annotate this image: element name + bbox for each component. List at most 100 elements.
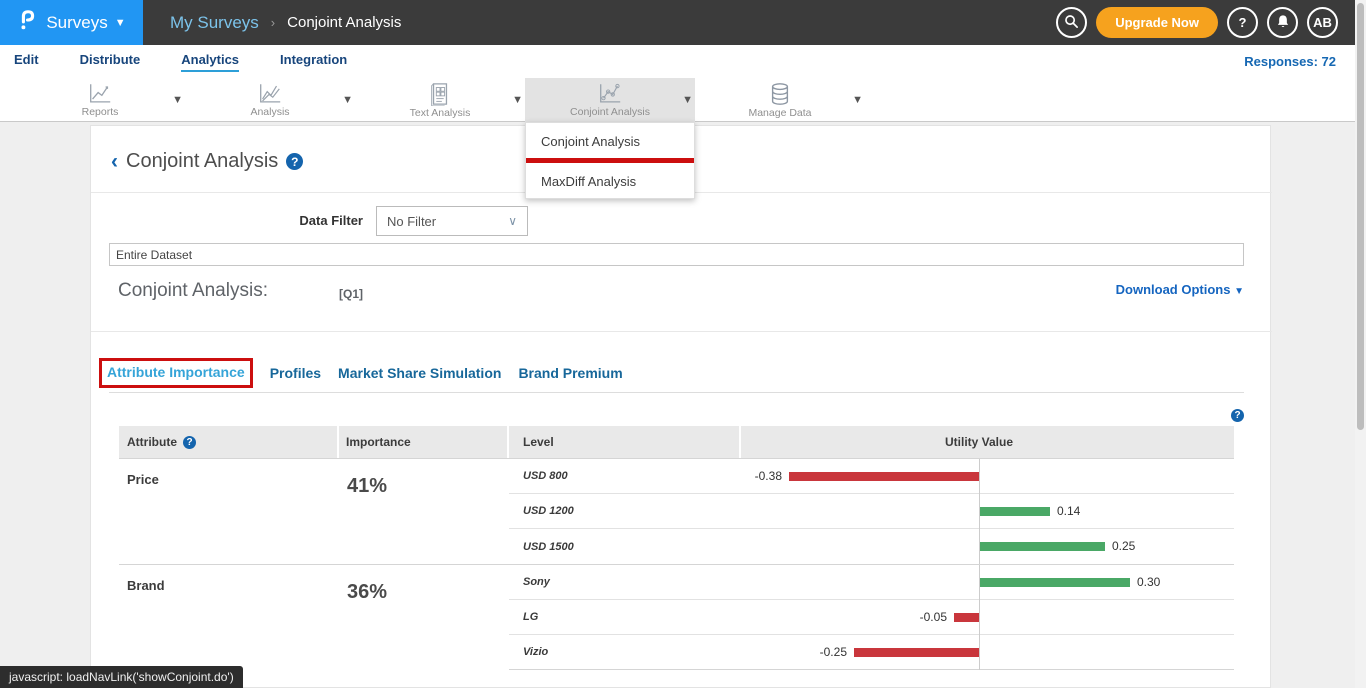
attribute-name: Price xyxy=(119,459,339,564)
line-chart-icon xyxy=(87,82,113,105)
top-header: Surveys ▼ My Surveys › Conjoint Analysis… xyxy=(0,0,1366,45)
column-header-importance: Importance xyxy=(339,426,509,458)
table-help-icon[interactable]: ? xyxy=(1231,409,1244,422)
nav-item-distribute[interactable]: Distribute xyxy=(80,52,141,72)
dataset-field[interactable] xyxy=(109,243,1244,266)
column-header-level: Level xyxy=(509,426,741,458)
attribute-help-icon[interactable]: ? xyxy=(183,436,196,449)
scatter-chart-icon xyxy=(597,82,623,105)
level-row: USD 1200 0.14 xyxy=(509,494,1234,529)
surveys-logo-menu[interactable]: Surveys ▼ xyxy=(0,0,143,45)
utility-value-label: 0.30 xyxy=(1137,565,1160,600)
level-label: USD 1500 xyxy=(509,529,741,564)
page-title: Conjoint Analysis xyxy=(126,150,278,173)
level-label: Vizio xyxy=(509,635,741,669)
results-tabs: Attribute Importance Profiles Market Sha… xyxy=(99,358,623,388)
breadcrumb-my-surveys[interactable]: My Surveys xyxy=(170,13,259,33)
breadcrumb-current: Conjoint Analysis xyxy=(287,14,401,31)
scrollbar-thumb[interactable] xyxy=(1357,3,1364,430)
chevron-down-icon[interactable]: ▼ xyxy=(682,94,693,106)
level-row: USD 800 -0.38 xyxy=(509,459,1234,494)
chevron-down-icon[interactable]: ▼ xyxy=(342,94,353,106)
utility-bar xyxy=(954,613,979,622)
chevron-down-icon[interactable]: ▼ xyxy=(172,94,183,106)
menu-item-conjoint-analysis[interactable]: Conjoint Analysis xyxy=(526,123,694,158)
menu-item-maxdiff-analysis[interactable]: MaxDiff Analysis xyxy=(526,163,694,198)
level-row: Vizio -0.25 xyxy=(509,635,1234,670)
scrollbar-track[interactable] xyxy=(1355,0,1366,688)
level-label: USD 800 xyxy=(509,459,741,493)
toolbar-item-label: Text Analysis xyxy=(410,107,471,119)
database-icon xyxy=(768,82,792,106)
utility-bar xyxy=(789,472,979,481)
responses-count[interactable]: Responses: 72 xyxy=(1244,54,1336,69)
nav-item-edit[interactable]: Edit xyxy=(14,52,39,72)
analytics-toolbar: Reports ▼ Analysis ▼ Text Analysis ▼ Con… xyxy=(0,78,1366,122)
breadcrumb: My Surveys › Conjoint Analysis xyxy=(170,13,401,33)
chevron-down-icon: ∨ xyxy=(508,214,517,228)
question-reference: [Q1] xyxy=(339,287,363,301)
utility-bar xyxy=(980,507,1050,516)
column-header-attribute: Attribute xyxy=(127,435,177,449)
download-options-link[interactable]: Download Options ▼ xyxy=(1116,282,1244,297)
attribute-group-brand: Brand 36% Sony 0.30 LG -0.05 xyxy=(119,564,1234,670)
search-button[interactable] xyxy=(1056,7,1087,38)
utility-value-label: -0.05 xyxy=(920,600,947,635)
level-label: LG xyxy=(509,600,741,634)
tab-attribute-importance[interactable]: Attribute Importance xyxy=(107,364,245,380)
level-row: Sony 0.30 xyxy=(509,565,1234,600)
attribute-name: Brand xyxy=(119,565,339,670)
utility-bar xyxy=(854,648,979,657)
document-grid-icon xyxy=(428,82,452,106)
utility-value-label: -0.25 xyxy=(820,635,847,670)
data-filter-select[interactable]: No Filter ∨ xyxy=(376,206,528,236)
avatar-initials: AB xyxy=(1313,15,1332,30)
toolbar-item-conjoint-analysis[interactable]: Conjoint Analysis ▼ xyxy=(525,78,695,122)
level-label: USD 1200 xyxy=(509,494,741,528)
data-filter-value: No Filter xyxy=(387,214,436,229)
question-mark-icon: ? xyxy=(1239,15,1247,30)
column-header-utility-value: Utility Value xyxy=(741,426,1234,458)
divider xyxy=(109,392,1244,393)
tab-market-share-simulation[interactable]: Market Share Simulation xyxy=(338,365,501,381)
toolbar-item-manage-data[interactable]: Manage Data ▼ xyxy=(695,78,865,122)
upgrade-now-button[interactable]: Upgrade Now xyxy=(1096,7,1218,38)
utility-bar xyxy=(980,542,1105,551)
importance-value: 41% xyxy=(339,459,509,564)
data-filter-label: Data Filter xyxy=(299,213,363,228)
toolbar-item-label: Conjoint Analysis xyxy=(570,106,650,118)
survey-nav: Edit Distribute Analytics Integration Re… xyxy=(0,45,1366,78)
chevron-down-icon[interactable]: ▼ xyxy=(852,94,863,106)
page-help-icon[interactable]: ? xyxy=(286,153,303,170)
help-button[interactable]: ? xyxy=(1227,7,1258,38)
chevron-down-icon: ▼ xyxy=(115,17,126,29)
utility-value-label: 0.14 xyxy=(1057,494,1080,529)
toolbar-item-reports[interactable]: Reports ▼ xyxy=(15,78,185,122)
attribute-group-price: Price 41% USD 800 -0.38 USD 1200 0.14 xyxy=(119,458,1234,564)
section-title: Conjoint Analysis: xyxy=(118,280,268,302)
multi-line-chart-icon xyxy=(257,82,283,105)
tab-brand-premium[interactable]: Brand Premium xyxy=(518,365,622,381)
attribute-importance-table: Attribute? Importance Level Utility Valu… xyxy=(119,426,1234,670)
avatar[interactable]: AB xyxy=(1307,7,1338,38)
toolbar-item-analysis[interactable]: Analysis ▼ xyxy=(185,78,355,122)
toolbar-item-label: Reports xyxy=(82,106,119,118)
nav-item-analytics[interactable]: Analytics xyxy=(181,52,239,72)
divider xyxy=(91,331,1272,332)
back-chevron-icon[interactable]: ‹ xyxy=(111,152,118,172)
importance-value: 36% xyxy=(339,565,509,670)
utility-value-label: -0.38 xyxy=(755,459,782,494)
toolbar-item-text-analysis[interactable]: Text Analysis ▼ xyxy=(355,78,525,122)
bell-icon xyxy=(1276,14,1290,32)
notifications-button[interactable] xyxy=(1267,7,1298,38)
chevron-down-icon[interactable]: ▼ xyxy=(512,94,523,106)
nav-item-integration[interactable]: Integration xyxy=(280,52,347,72)
breadcrumb-separator-icon: › xyxy=(271,15,275,30)
questionpro-logo-icon xyxy=(17,7,39,38)
tab-profiles[interactable]: Profiles xyxy=(270,365,321,381)
annotation-red-box: Attribute Importance xyxy=(99,358,253,388)
chevron-down-icon: ▼ xyxy=(1234,286,1244,297)
toolbar-item-label: Manage Data xyxy=(748,107,811,119)
table-header: Attribute? Importance Level Utility Valu… xyxy=(119,426,1234,458)
search-icon xyxy=(1064,14,1079,32)
